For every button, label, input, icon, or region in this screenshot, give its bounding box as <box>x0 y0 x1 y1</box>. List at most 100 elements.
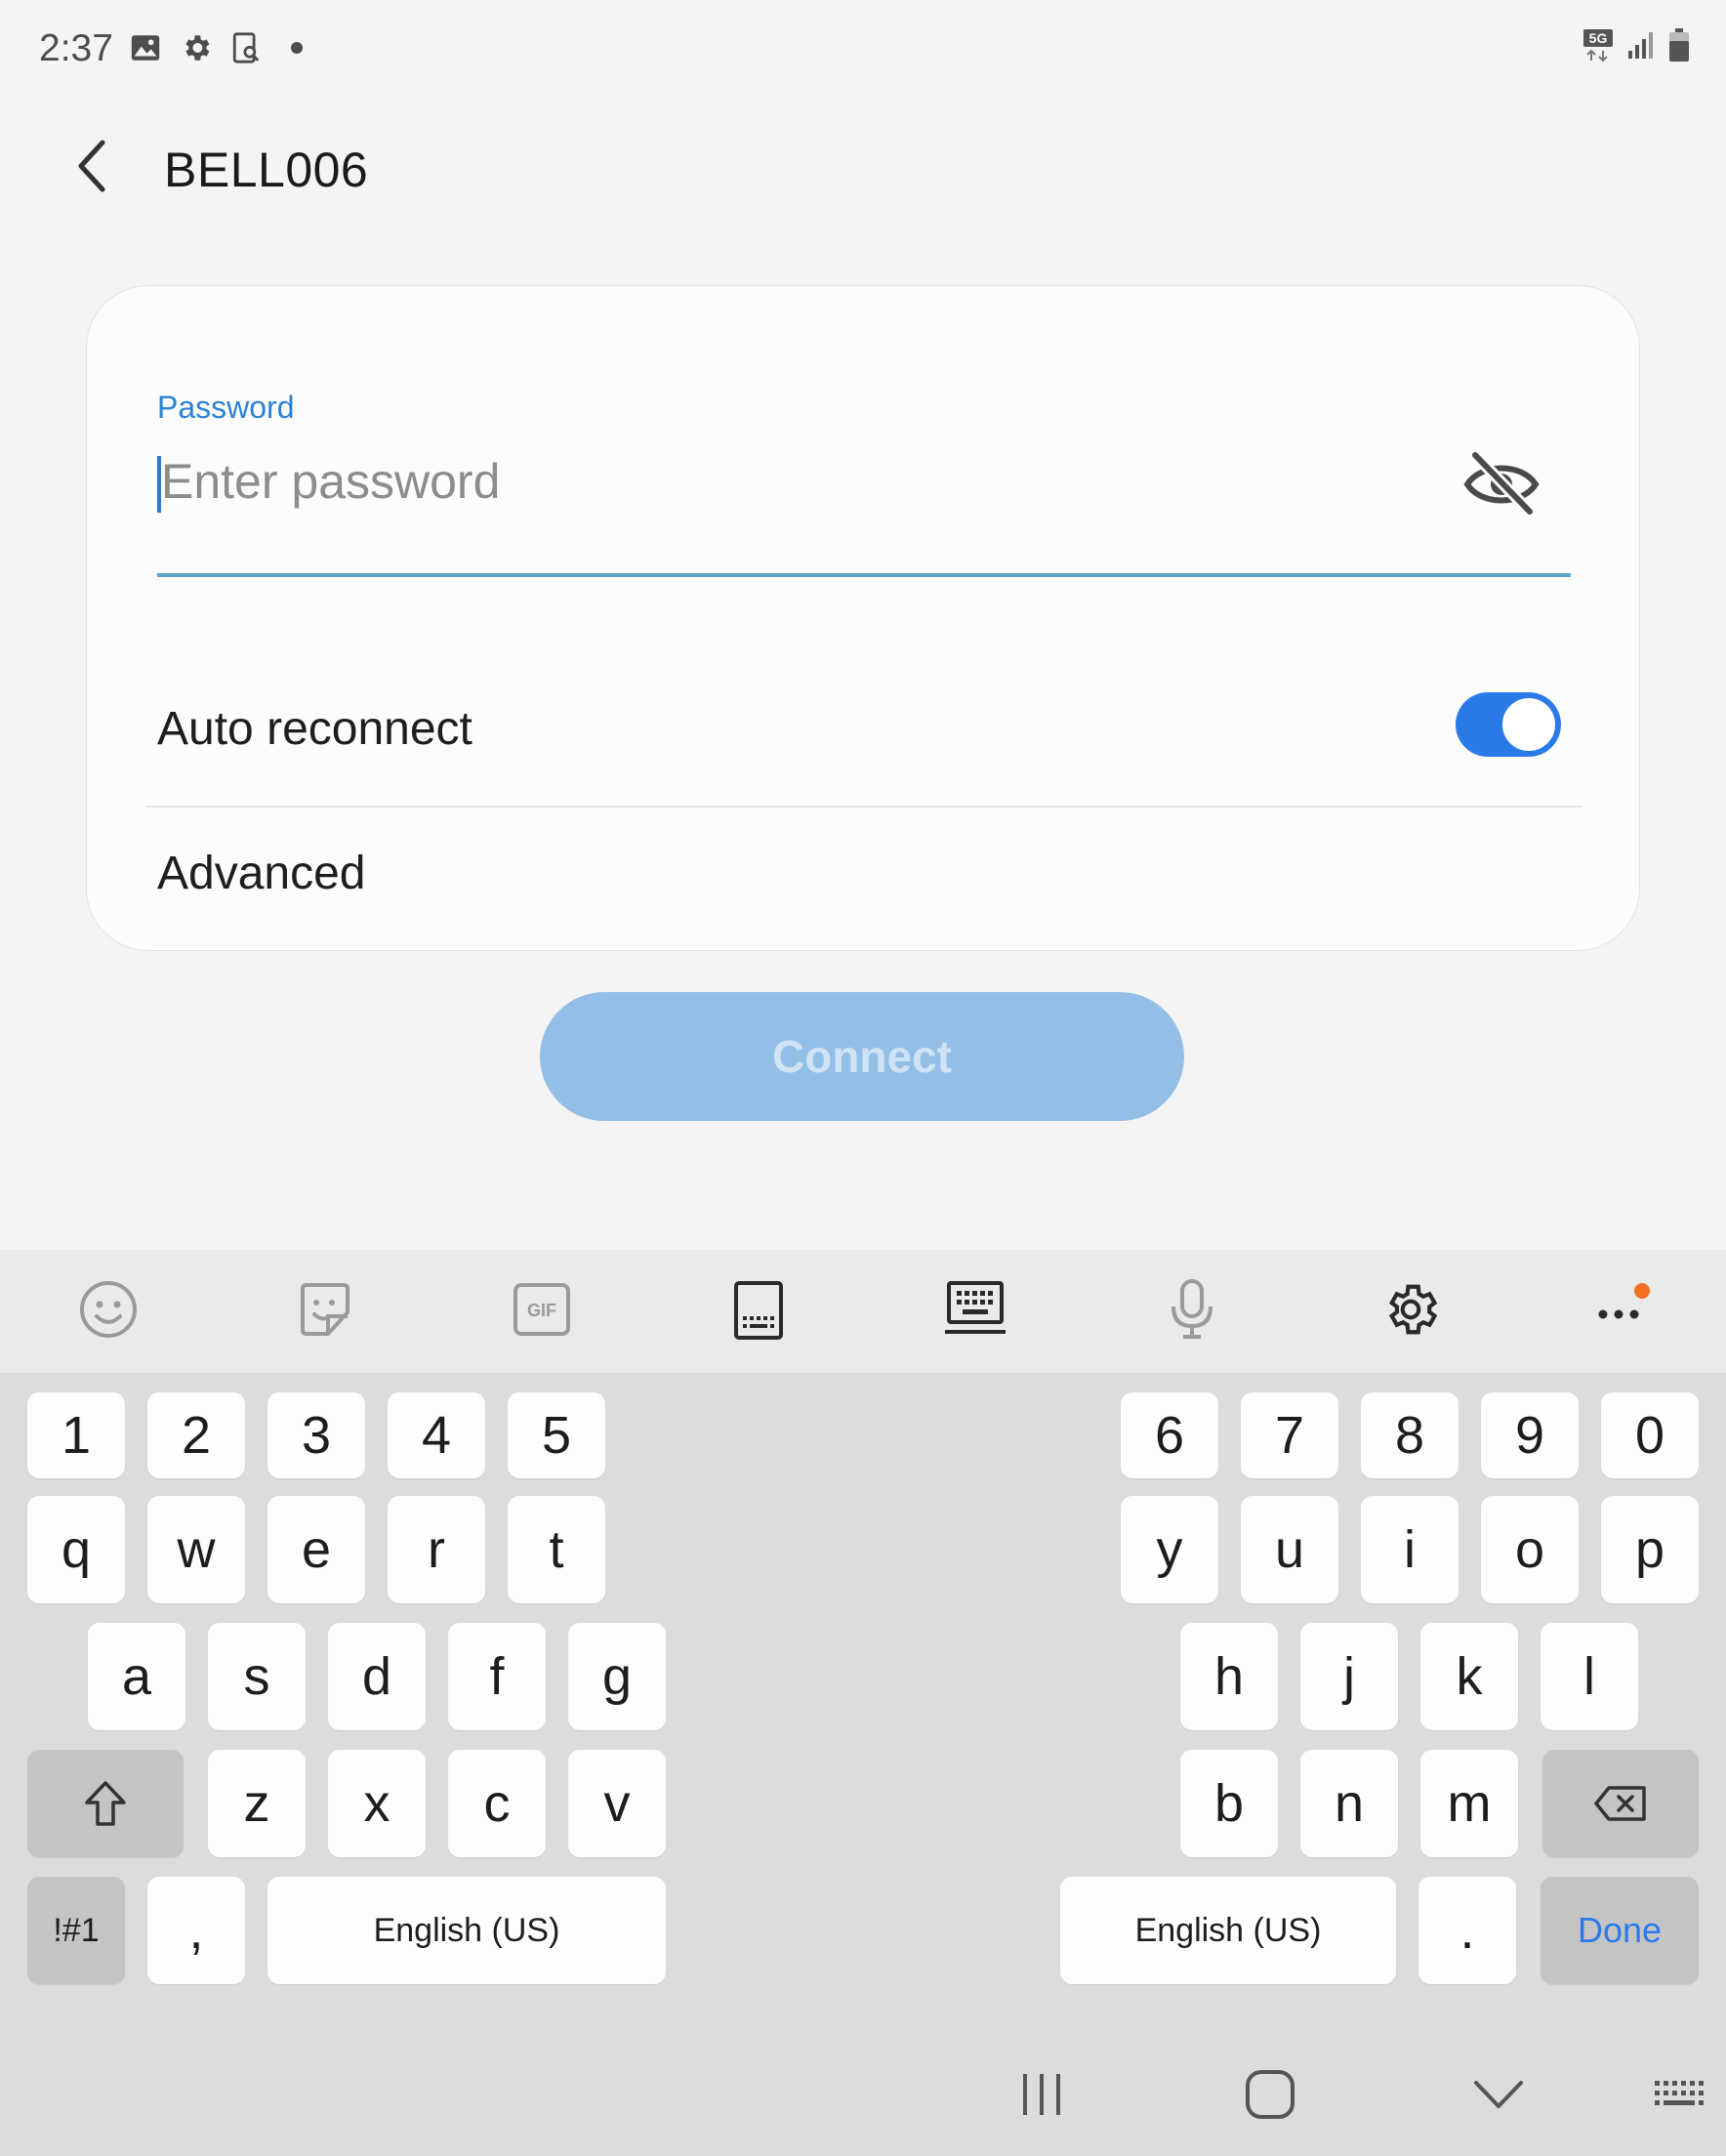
battery-icon <box>1669 28 1689 62</box>
period-key[interactable]: . <box>1418 1877 1516 1984</box>
backspace-icon <box>1594 1786 1646 1821</box>
key-8[interactable]: 8 <box>1361 1392 1459 1478</box>
comma-key[interactable]: , <box>147 1877 245 1984</box>
key-o[interactable]: o <box>1481 1496 1579 1603</box>
back-button[interactable] <box>59 132 127 200</box>
key-a[interactable]: a <box>88 1623 185 1730</box>
svg-text:GIF: GIF <box>527 1301 556 1320</box>
symbols-key[interactable]: !#1 <box>27 1877 125 1984</box>
password-underline <box>157 573 1571 577</box>
divider <box>145 806 1582 808</box>
status-icons-left <box>129 31 303 64</box>
key-5[interactable]: 5 <box>508 1392 605 1478</box>
key-s[interactable]: s <box>208 1623 306 1730</box>
key-9[interactable]: 9 <box>1481 1392 1579 1478</box>
more-icon <box>1598 1283 1650 1319</box>
key-j[interactable]: j <box>1300 1623 1398 1730</box>
5g-data-icon: 5G <box>1583 29 1613 62</box>
emoji-icon <box>80 1281 137 1338</box>
home-icon <box>1246 2070 1294 2119</box>
settings-icon <box>1388 1284 1438 1335</box>
advanced-row[interactable]: Advanced <box>87 813 1639 950</box>
wifi-settings-card: Password Auto reconnect Advanced <box>86 285 1640 951</box>
auto-reconnect-label: Auto reconnect <box>157 703 473 755</box>
key-6[interactable]: 6 <box>1121 1392 1218 1478</box>
emoji-button[interactable] <box>74 1275 143 1344</box>
keyboard-layout-button[interactable] <box>941 1275 1009 1344</box>
status-icons-right: 5G <box>1582 27 1691 62</box>
keyboard-settings-button[interactable] <box>1377 1275 1445 1344</box>
password-field[interactable] <box>157 442 1571 520</box>
key-f[interactable]: f <box>448 1623 546 1730</box>
key-w[interactable]: w <box>147 1496 245 1603</box>
svg-text:5G: 5G <box>1589 30 1608 46</box>
recents-button[interactable] <box>998 2051 1086 2138</box>
image-icon <box>131 35 160 61</box>
sticker-button[interactable] <box>291 1275 359 1344</box>
key-h[interactable]: h <box>1180 1623 1278 1730</box>
shift-key[interactable] <box>27 1750 184 1857</box>
key-2[interactable]: 2 <box>147 1392 245 1478</box>
space-key-right[interactable]: English (US) <box>1060 1877 1396 1984</box>
key-v[interactable]: v <box>568 1750 666 1857</box>
key-b[interactable]: b <box>1180 1750 1278 1857</box>
chevron-left-icon <box>78 140 105 192</box>
keyboard-toolbar: GIF <box>0 1250 1726 1373</box>
key-3[interactable]: 3 <box>267 1392 365 1478</box>
home-button[interactable] <box>1226 2051 1314 2138</box>
key-t[interactable]: t <box>508 1496 605 1603</box>
key-d[interactable]: d <box>328 1623 426 1730</box>
key-l[interactable]: l <box>1541 1623 1638 1730</box>
key-c[interactable]: c <box>448 1750 546 1857</box>
recents-icon <box>1023 2074 1060 2115</box>
keyboard-layout-icon <box>945 1281 1006 1334</box>
key-z[interactable]: z <box>208 1750 306 1857</box>
status-time: 2:37 <box>39 27 113 69</box>
key-0[interactable]: 0 <box>1601 1392 1699 1478</box>
notification-badge-icon <box>1634 1283 1650 1299</box>
more-options-button[interactable] <box>1587 1275 1656 1344</box>
notification-dot-icon <box>291 42 303 54</box>
key-p[interactable]: p <box>1601 1496 1699 1603</box>
key-r[interactable]: r <box>388 1496 485 1603</box>
connect-button[interactable]: Connect <box>540 992 1184 1121</box>
key-k[interactable]: k <box>1420 1623 1518 1730</box>
eye-off-icon <box>1463 450 1540 517</box>
key-4[interactable]: 4 <box>388 1392 485 1478</box>
hide-keyboard-button[interactable] <box>1455 2051 1542 2138</box>
keyboard-switch-icon <box>1655 2081 1704 2105</box>
key-n[interactable]: n <box>1300 1750 1398 1857</box>
toggle-knob <box>1499 694 1559 755</box>
keyboard-switch-button[interactable] <box>1636 2051 1724 2138</box>
key-7[interactable]: 7 <box>1241 1392 1338 1478</box>
key-1[interactable]: 1 <box>27 1392 125 1478</box>
navigation-bar <box>0 2031 1726 2156</box>
gif-icon: GIF <box>514 1283 570 1336</box>
password-input[interactable] <box>157 442 1485 520</box>
done-key[interactable]: Done <box>1541 1877 1699 1984</box>
key-e[interactable]: e <box>267 1496 365 1603</box>
password-label: Password <box>157 390 295 425</box>
gif-button[interactable]: GIF <box>508 1275 576 1344</box>
key-u[interactable]: u <box>1241 1496 1338 1603</box>
key-y[interactable]: y <box>1121 1496 1218 1603</box>
backspace-key[interactable] <box>1542 1750 1699 1857</box>
microphone-icon <box>1171 1279 1212 1339</box>
shift-icon <box>85 1781 126 1826</box>
key-q[interactable]: q <box>27 1496 125 1603</box>
advanced-label: Advanced <box>157 848 366 899</box>
auto-reconnect-toggle[interactable] <box>1456 692 1561 757</box>
status-bar: 2:37 5G <box>0 0 1726 98</box>
key-x[interactable]: x <box>328 1750 426 1857</box>
space-key-left[interactable]: English (US) <box>267 1877 666 1984</box>
show-password-button[interactable] <box>1459 446 1543 520</box>
keyboard-mode-button[interactable] <box>724 1275 793 1344</box>
keyboard-mode-icon <box>734 1281 783 1340</box>
voice-input-button[interactable] <box>1158 1275 1226 1344</box>
key-i[interactable]: i <box>1361 1496 1459 1603</box>
auto-reconnect-row[interactable]: Auto reconnect <box>87 677 1639 823</box>
hide-keyboard-icon <box>1474 2081 1523 2108</box>
key-g[interactable]: g <box>568 1623 666 1730</box>
signal-bars-icon <box>1628 32 1653 59</box>
key-m[interactable]: m <box>1420 1750 1518 1857</box>
